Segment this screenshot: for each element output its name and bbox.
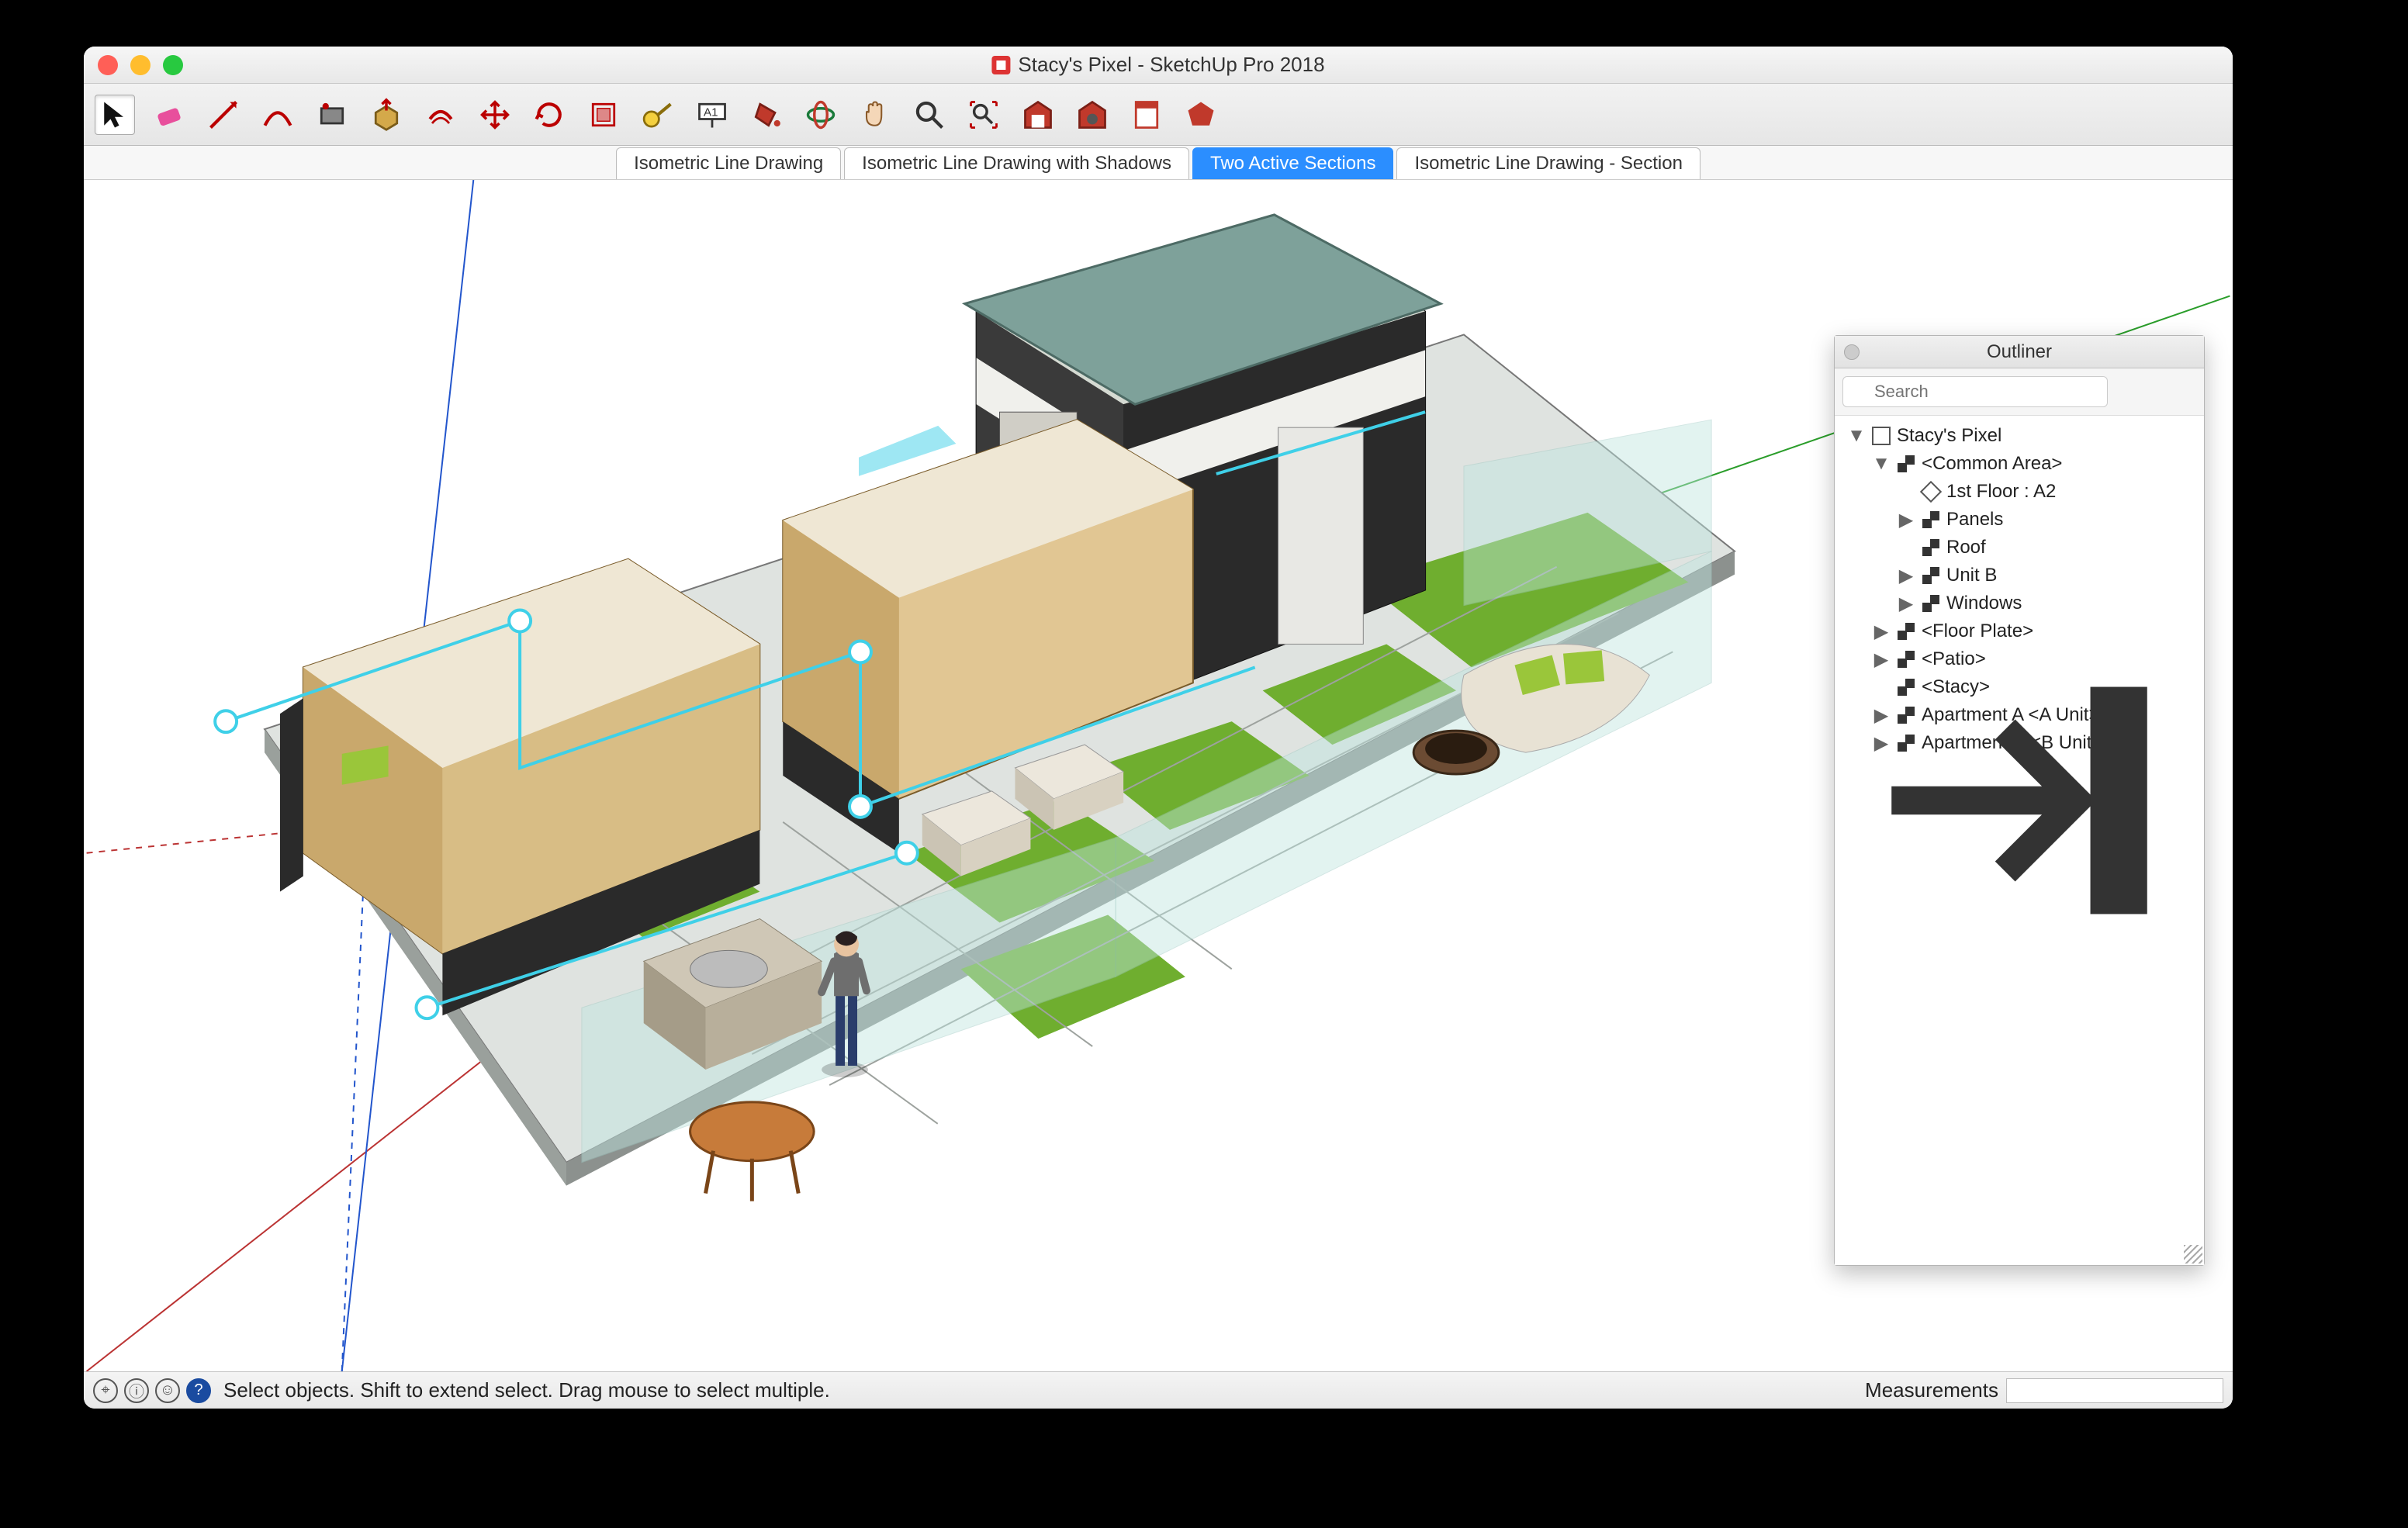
zoom-tool[interactable]	[909, 95, 950, 135]
user-icon[interactable]: ☺	[155, 1378, 180, 1403]
model-viewport[interactable]: Outliner ▼Stacy's Pixel▼<Common Area>1st…	[84, 180, 2233, 1371]
shapes-tool[interactable]	[312, 95, 352, 135]
zoom-extents-tool[interactable]	[964, 95, 1004, 135]
panel-resize-handle[interactable]	[2184, 1245, 2202, 1264]
scene-tab[interactable]: Isometric Line Drawing - Section	[1396, 147, 1700, 179]
move-tool[interactable]	[475, 95, 515, 135]
component-icon	[1920, 593, 1942, 614]
app-icon	[991, 56, 1010, 74]
eraser-tool[interactable]	[149, 95, 189, 135]
outliner-details-button[interactable]	[2168, 378, 2196, 406]
offset-tool[interactable]	[420, 95, 461, 135]
component-icon	[1895, 704, 1917, 726]
scene-tab[interactable]: Isometric Line Drawing with Shadows	[844, 147, 1189, 179]
status-bar: ⌖ ⓘ ☺ ? Select objects. Shift to extend …	[84, 1371, 2233, 1409]
app-window: Stacy's Pixel - SketchUp Pro 2018 A1 Iso…	[84, 47, 2233, 1409]
minimize-button[interactable]	[130, 55, 150, 75]
extension-warehouse-tool[interactable]	[1072, 95, 1112, 135]
component-icon	[1895, 676, 1917, 698]
text-tool[interactable]: A1	[692, 95, 732, 135]
orbit-tool[interactable]	[801, 95, 841, 135]
credits-icon[interactable]: ⓘ	[124, 1378, 149, 1403]
status-icons: ⌖ ⓘ ☺ ?	[93, 1378, 211, 1403]
component-icon	[1895, 453, 1917, 475]
title-label: Stacy's Pixel - SketchUp Pro 2018	[1018, 53, 1324, 77]
svg-text:A1: A1	[704, 105, 718, 119]
scale-tool[interactable]	[583, 95, 624, 135]
select-tool[interactable]	[95, 95, 135, 135]
layout-tool[interactable]	[1126, 95, 1167, 135]
paint-bucket-tool[interactable]	[746, 95, 787, 135]
component-icon	[1920, 509, 1942, 531]
help-icon[interactable]: ?	[186, 1378, 211, 1403]
window-controls	[98, 55, 183, 75]
pan-tool[interactable]	[855, 95, 895, 135]
component-icon	[1895, 732, 1917, 754]
component-icon	[1895, 648, 1917, 670]
model-icon	[1870, 425, 1892, 447]
maximize-button[interactable]	[163, 55, 183, 75]
status-hint: Select objects. Shift to extend select. …	[223, 1378, 830, 1402]
close-button[interactable]	[98, 55, 118, 75]
scene-tab[interactable]: Isometric Line Drawing	[616, 147, 841, 179]
component-icon	[1920, 537, 1942, 558]
3d-warehouse-tool[interactable]	[1018, 95, 1058, 135]
outliner-panel: Outliner ▼Stacy's Pixel▼<Common Area>1st…	[1834, 335, 2205, 1266]
window-title: Stacy's Pixel - SketchUp Pro 2018	[991, 53, 1324, 77]
extensions-tool[interactable]	[1181, 95, 1221, 135]
line-tool[interactable]	[203, 95, 244, 135]
rotate-tool[interactable]	[529, 95, 569, 135]
geolocation-icon[interactable]: ⌖	[93, 1378, 118, 1403]
scene-tabs: Isometric Line Drawing Isometric Line Dr…	[84, 146, 2233, 180]
titlebar: Stacy's Pixel - SketchUp Pro 2018	[84, 47, 2233, 84]
measurements-label: Measurements	[1865, 1378, 1998, 1402]
component-icon	[1895, 621, 1917, 642]
component-icon	[1920, 565, 1942, 586]
outliner-search-row	[1835, 368, 2204, 416]
scene-tab-active[interactable]: Two Active Sections	[1192, 147, 1393, 179]
arc-tool[interactable]	[258, 95, 298, 135]
pushpull-tool[interactable]	[366, 95, 407, 135]
tape-measure-tool[interactable]	[638, 95, 678, 135]
main-toolbar: A1	[84, 84, 2233, 146]
measurements-input[interactable]	[2006, 1378, 2223, 1403]
